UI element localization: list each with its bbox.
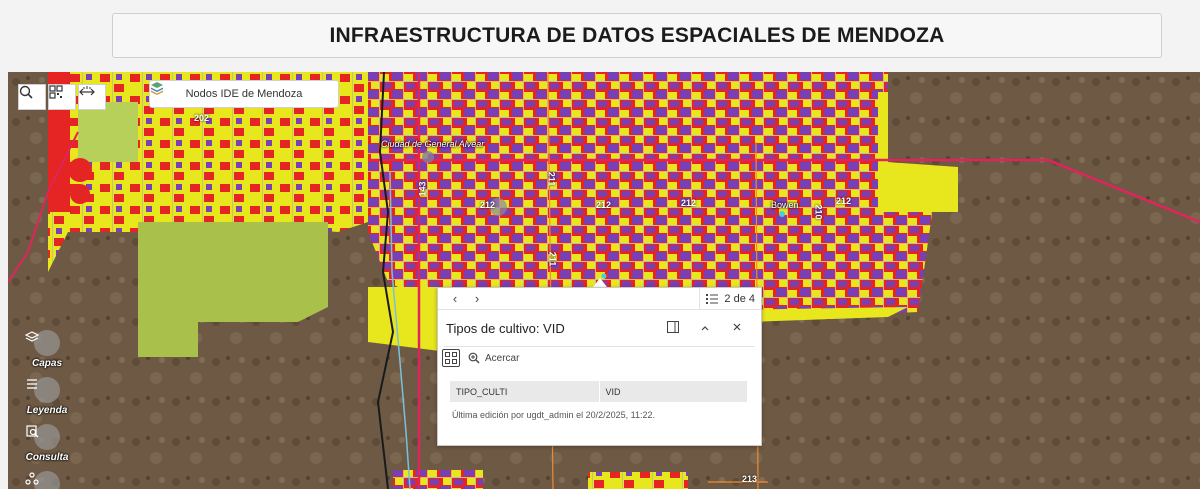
popup-header: Tipos de cultivo: VID	[438, 310, 761, 346]
nodos-ide-button[interactable]: Nodos IDE de Mendoza	[149, 80, 339, 108]
road-label-212: 212	[596, 200, 612, 210]
side-tool-leyenda[interactable]: Leyenda	[25, 377, 69, 416]
feature-counter-text: 2 de 4	[724, 292, 755, 305]
search-button[interactable]	[18, 84, 46, 110]
close-icon	[733, 323, 741, 331]
zoom-to-label: Acercar	[485, 352, 520, 364]
network-icon	[25, 471, 60, 489]
field-name: TIPO_CULTI	[450, 381, 600, 402]
side-tool-capas[interactable]: Capas	[25, 330, 69, 369]
header-bar: INFRAESTRUCTURA DE DATOS ESPACIALES DE M…	[0, 0, 1200, 72]
road-label-202: 202	[194, 113, 210, 123]
field-value: VID	[599, 381, 748, 402]
side-tool-label: Consulta	[25, 452, 69, 463]
nodos-label: Nodos IDE de Mendoza	[185, 88, 303, 100]
page-title: INFRAESTRUCTURA DE DATOS ESPACIALES DE M…	[329, 23, 945, 47]
measure-button[interactable]	[78, 84, 106, 110]
zoom-in-icon	[468, 352, 480, 364]
attribute-table: TIPO_CULTI VID	[450, 381, 748, 402]
app-root: INFRAESTRUCTURA DE DATOS ESPACIALES DE M…	[0, 0, 1200, 489]
road-label-211: 211	[546, 171, 557, 187]
road-label-210: 210	[813, 204, 824, 220]
side-tool-label: Capas	[31, 358, 62, 369]
close-button[interactable]	[721, 321, 753, 335]
chevron-up-icon	[701, 326, 709, 331]
measure-icon	[79, 86, 95, 96]
popup-actions: Acercar	[438, 347, 761, 369]
grid-icon[interactable]	[442, 349, 460, 367]
popup-title: Tipos de cultivo: VID	[446, 320, 565, 336]
query-icon	[26, 424, 60, 450]
page-title-box: INFRAESTRUCTURA DE DATOS ESPACIALES DE M…	[112, 13, 1162, 58]
dock-icon	[667, 320, 679, 333]
next-feature-button[interactable]: ›	[466, 291, 488, 306]
side-tool-consulta[interactable]: Consulta	[25, 424, 69, 463]
popup-nav-bar: ‹ › 2 de 4	[438, 287, 761, 310]
qr-code-icon	[49, 85, 63, 99]
road-label-212: 212	[681, 198, 697, 208]
stack-icon	[151, 82, 163, 95]
last-edit-note: Última edición por ugdt_admin el 20/2/20…	[452, 410, 655, 420]
road-label-212: 212	[836, 196, 852, 206]
list-icon	[706, 293, 719, 304]
side-tool-label: Leyenda	[26, 405, 68, 416]
table-row: TIPO_CULTI VID	[450, 381, 748, 402]
zoom-to-button[interactable]: Acercar	[468, 352, 519, 364]
collapse-button[interactable]	[689, 321, 721, 335]
layers-icon	[25, 330, 60, 356]
side-tool-more[interactable]	[25, 471, 69, 489]
legend-icon	[27, 377, 60, 403]
road-label-212: 212	[480, 200, 496, 210]
road-label-213: 213	[742, 474, 758, 484]
feature-counter[interactable]: 2 de 4	[699, 287, 755, 310]
dock-button[interactable]	[657, 320, 689, 336]
map-label-city: Ciudad de General Alvear	[381, 139, 485, 149]
popup-pointer	[593, 278, 607, 287]
previous-feature-button[interactable]: ‹	[444, 291, 466, 306]
map-label-town: Bowen	[771, 200, 799, 210]
road-label-143: 143	[417, 181, 428, 197]
search-icon	[19, 85, 33, 99]
qr-code-button[interactable]	[48, 84, 76, 110]
road-label-211: 211	[547, 251, 558, 267]
feature-popup: ‹ › 2 de 4 Tipos de cultivo: VID Acercar…	[437, 287, 762, 446]
